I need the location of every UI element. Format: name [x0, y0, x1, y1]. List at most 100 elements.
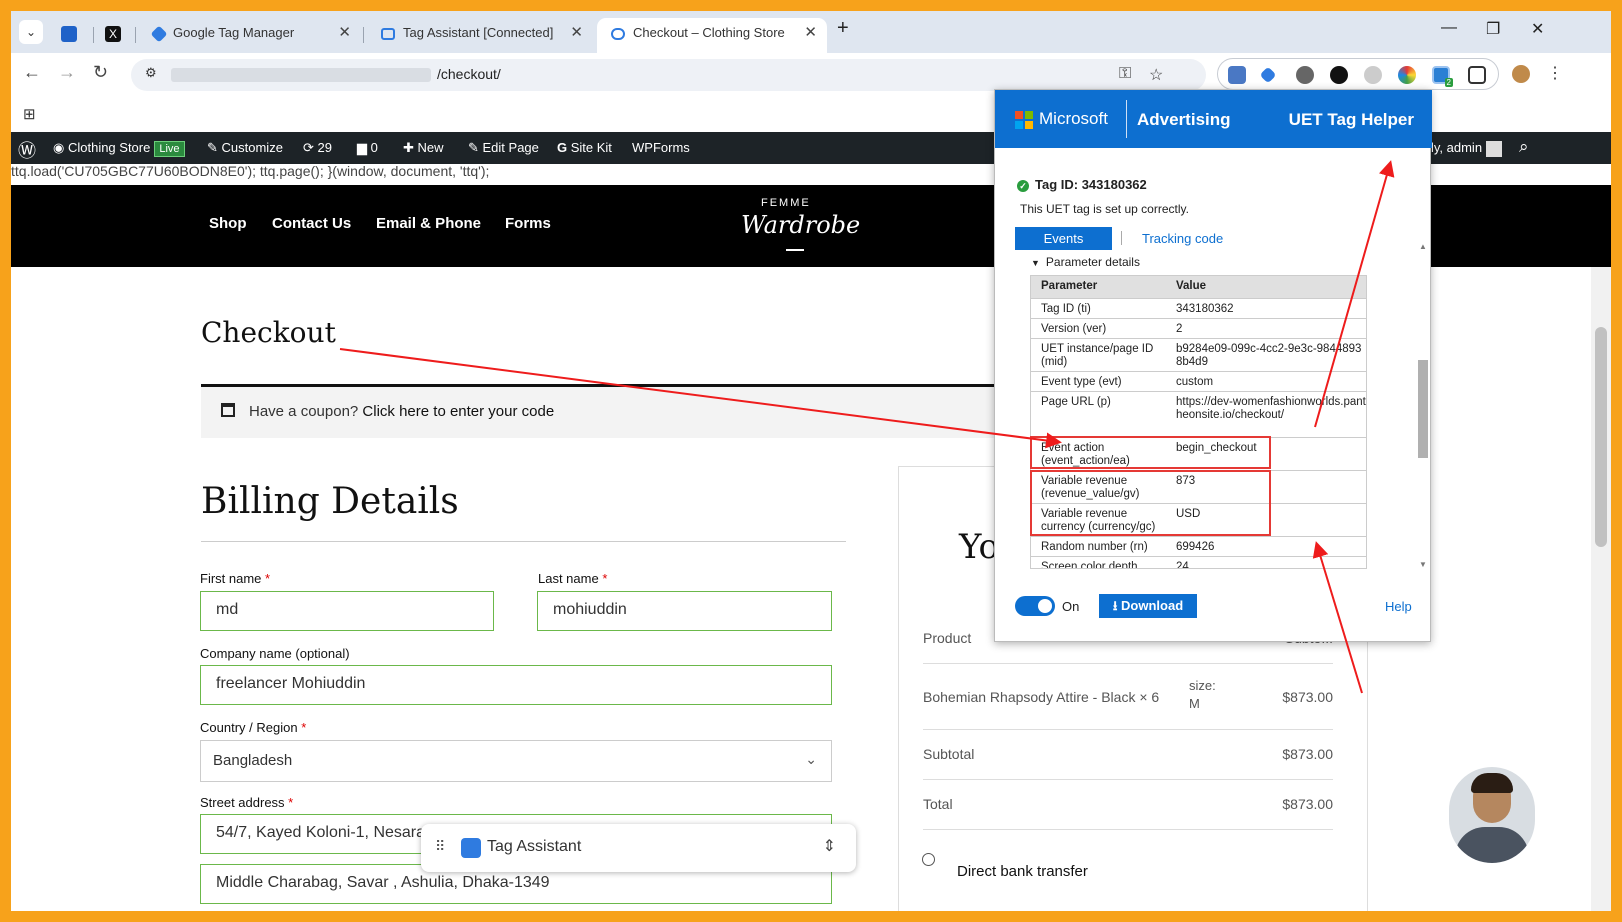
menu-contact-us[interactable]: Contact Us [272, 215, 351, 232]
coupon-link[interactable]: Click here to enter your code [362, 403, 554, 420]
updates-link[interactable]: ⟳ 29 [303, 140, 332, 156]
chevron-down-icon: ⌄ [805, 751, 817, 767]
x-logo-icon: X [105, 25, 121, 42]
close-tab-icon[interactable]: ✕ [570, 18, 583, 48]
tag-assistant-widget[interactable]: ⠿ Tag Assistant ⇕ [421, 824, 856, 872]
scroll-down-icon: ▼ [1419, 560, 1427, 569]
table-scrollbar[interactable]: ▲ ▼ [1418, 242, 1428, 572]
uet-header: Microsoft Advertising UET Tag Helper [995, 90, 1432, 148]
payment-radio[interactable] [922, 853, 935, 866]
product-price: $873.00 [1282, 689, 1333, 705]
parameter-key: Version (ver) [1041, 323, 1107, 335]
tab-events[interactable]: Events [1015, 227, 1112, 250]
customize-link[interactable]: ✎ Customize [207, 140, 283, 156]
tab-tag-assistant[interactable]: Tag Assistant [Connected] ✕ [367, 18, 593, 53]
plus-icon: ✚ [403, 140, 418, 155]
wpforms-link[interactable]: WPForms [632, 140, 690, 155]
pencil-icon: ✎ [468, 140, 483, 155]
new-link[interactable]: ✚ New [403, 140, 444, 156]
parameter-details-toggle[interactable]: ▼ Parameter details [1031, 255, 1140, 269]
minimize-icon[interactable]: — [1441, 19, 1457, 37]
parameter-value: b9284e09-099c-4cc2-9e3c-98448938b4d9 [1176, 343, 1362, 368]
browser-menu-icon[interactable]: ⋮ [1547, 63, 1563, 83]
new-tab-icon[interactable]: + [837, 17, 849, 40]
last-name-label: Last name * [538, 571, 608, 586]
parameter-key: Page URL (p) [1041, 396, 1111, 408]
site-info-icon[interactable]: ⚙ [145, 65, 157, 81]
product-name: Bohemian Rhapsody Attire - Black × 6 [923, 689, 1160, 705]
tab-x[interactable]: X [99, 18, 129, 53]
restore-icon[interactable]: ❐ [1486, 19, 1500, 39]
admin-search-icon[interactable]: ⌕ [1519, 137, 1529, 157]
admin-site-link[interactable]: ◉ Clothing Store Live [53, 140, 185, 157]
tab-google-tag-manager[interactable]: Google Tag Manager ✕ [139, 18, 361, 53]
logo-wardrobe[interactable]: Wardrobe [741, 211, 860, 239]
howdy-admin[interactable]: ly, admin [1431, 140, 1502, 157]
uet-tag-helper-popup: Microsoft Advertising UET Tag Helper ✓ Ta… [994, 89, 1432, 642]
company-field[interactable]: freelancer Mohiuddin [200, 665, 832, 705]
close-tab-icon[interactable]: ✕ [338, 18, 351, 48]
billing-title: Billing Details [201, 481, 459, 522]
download-button[interactable]: ⭳ Download [1099, 594, 1197, 618]
country-select[interactable]: Bangladesh ⌄ [200, 740, 832, 782]
link-ext-icon[interactable] [1364, 66, 1382, 84]
expand-collapse-icon[interactable]: ⇕ [823, 836, 836, 856]
profile-avatar-icon[interactable] [1512, 65, 1530, 83]
uet-on-toggle[interactable] [1015, 596, 1055, 616]
site-kit-label: Site Kit [570, 140, 612, 155]
parameter-value: 24 [1176, 561, 1189, 569]
tab-checkout[interactable]: Checkout – Clothing Store ✕ [597, 18, 827, 53]
tab-label: Checkout – Clothing Store [633, 25, 785, 40]
url-path: /checkout/ [437, 66, 501, 82]
color-ext-icon[interactable] [1398, 66, 1416, 84]
outlook-icon [61, 25, 77, 42]
author-avatar [1449, 767, 1535, 863]
parameter-value: https://dev-womenfashionworlds.pantheons… [1176, 396, 1366, 421]
snap-ext-icon[interactable] [1330, 66, 1348, 84]
help-link[interactable]: Help [1385, 599, 1412, 614]
back-icon[interactable]: ← [23, 62, 41, 83]
page-scrollbar[interactable] [1591, 267, 1611, 911]
edit-page-link[interactable]: ✎ Edit Page [468, 140, 539, 156]
scrollbar-thumb[interactable] [1595, 327, 1607, 547]
tab-tracking-code[interactable]: Tracking code [1142, 231, 1223, 246]
close-window-icon[interactable]: ✕ [1531, 19, 1544, 39]
extensions-area: 2 [1217, 58, 1499, 90]
new-label: New [417, 140, 444, 155]
apps-grid-icon[interactable]: ⊞ [23, 105, 36, 123]
menu-email-phone[interactable]: Email & Phone [376, 215, 481, 232]
menu-shop[interactable]: Shop [209, 215, 247, 232]
comments-link[interactable]: ▆ 0 [357, 140, 378, 156]
parameter-row: Version (ver) 2 [1031, 319, 1366, 339]
tab-search-chevron-icon[interactable]: ⌄ [19, 20, 43, 44]
forward-icon[interactable]: → [58, 62, 76, 83]
parameter-value: custom [1176, 376, 1214, 388]
parameter-key: Event type (evt) [1041, 376, 1122, 388]
subtotal-label: Subtotal [923, 746, 975, 762]
devtools-ext-icon[interactable] [1228, 66, 1246, 84]
first-name-field[interactable]: md [200, 591, 494, 631]
uet-ext-icon[interactable]: 2 [1432, 66, 1453, 87]
site-name: Clothing Store [67, 140, 151, 155]
site-kit-link[interactable]: G Site Kit [557, 140, 612, 155]
last-name-field[interactable]: mohiuddin [537, 591, 832, 631]
uet-helper-title: UET Tag Helper [1288, 110, 1414, 129]
logo-femme: FEMME [761, 197, 811, 209]
tag-ext-icon[interactable] [1259, 66, 1277, 84]
parameter-row: Tag ID (ti) 343180362 [1031, 299, 1366, 319]
order-title: Yo [959, 527, 999, 567]
redacted-domain [171, 68, 431, 82]
close-tab-icon[interactable]: ✕ [804, 18, 817, 48]
bookmark-star-icon[interactable]: ☆ [1149, 65, 1163, 85]
password-key-icon[interactable]: ⚿ [1119, 65, 1131, 83]
address-bar[interactable]: ⚙ /checkout/ ⚿ ☆ [131, 59, 1206, 91]
globe-ext-icon[interactable] [1296, 66, 1314, 84]
tab-outlook[interactable] [55, 18, 85, 53]
divider [201, 541, 846, 542]
subtotal-row: Subtotal $873.00 [923, 746, 1333, 762]
wordpress-logo-icon[interactable]: Ⓦ [18, 137, 36, 163]
puzzle-extensions-icon[interactable] [1468, 66, 1486, 84]
menu-forms[interactable]: Forms [505, 215, 551, 232]
reload-icon[interactable]: ↻ [93, 62, 108, 83]
drag-handle-icon[interactable]: ⠿ [435, 838, 445, 855]
